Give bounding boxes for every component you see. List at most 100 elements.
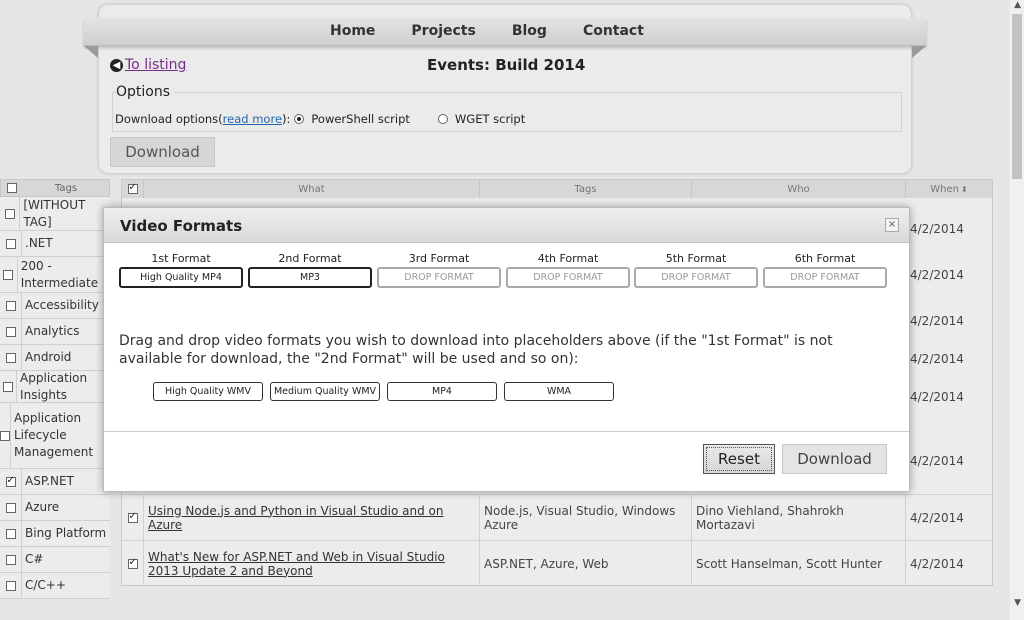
- drag-instructions: Drag and drop video formats you wish to …: [119, 333, 833, 367]
- tag-checkbox[interactable]: [5, 502, 16, 513]
- tag-checkbox[interactable]: [5, 528, 16, 539]
- tag-row[interactable]: Bing Platform: [0, 521, 110, 547]
- tag-label: Azure: [25, 500, 60, 514]
- row-date: 4/2/2014: [910, 390, 964, 404]
- tag-checkbox[interactable]: [3, 381, 14, 392]
- table-row[interactable]: Using Node.js and Python in Visual Studi…: [122, 494, 992, 540]
- tag-label: 200 - Intermediate: [20, 258, 99, 290]
- page-scrollbar[interactable]: ▲ ▼: [1010, 0, 1024, 620]
- dialog-download-button[interactable]: Download: [782, 444, 887, 474]
- tag-label: Android: [25, 350, 72, 364]
- draggable-format[interactable]: MP4: [387, 382, 497, 401]
- format-drop-zone[interactable]: DROP FORMAT: [506, 267, 630, 288]
- scroll-up-icon[interactable]: ▲: [1014, 0, 1021, 10]
- tags-header: Tags: [0, 179, 110, 197]
- download-button[interactable]: Download: [110, 137, 215, 167]
- tag-row[interactable]: Application Insights: [0, 371, 110, 403]
- tag-row[interactable]: Analytics: [0, 319, 110, 345]
- tag-label: C#: [25, 552, 44, 566]
- col-tags[interactable]: Tags: [480, 180, 692, 198]
- scroll-thumb[interactable]: [1012, 14, 1022, 179]
- tag-checkbox[interactable]: [4, 208, 15, 219]
- tag-checkbox[interactable]: [3, 269, 14, 280]
- session-link[interactable]: Using Node.js and Python in Visual Studi…: [148, 504, 479, 532]
- close-icon[interactable]: ×: [885, 218, 899, 232]
- tag-row[interactable]: C#: [0, 547, 110, 573]
- row-checkbox[interactable]: [127, 557, 138, 569]
- format-drop-zone[interactable]: MP3: [248, 267, 372, 288]
- tags-filter-list: Tags [WITHOUT TAG] .NET 200 - Intermediate…: [0, 179, 110, 599]
- select-all-tags-checkbox[interactable]: [7, 183, 17, 193]
- tag-row[interactable]: C/C++: [0, 573, 110, 599]
- tag-checkbox[interactable]: [0, 430, 10, 441]
- tag-row[interactable]: Accessibility: [0, 293, 110, 319]
- tag-row[interactable]: 200 - Intermediate: [0, 257, 110, 293]
- tag-checkbox[interactable]: [5, 554, 16, 565]
- nav-projects[interactable]: Projects: [411, 23, 475, 39]
- tag-label: [WITHOUT TAG]: [23, 197, 86, 229]
- nav-contact[interactable]: Contact: [583, 23, 644, 39]
- tag-label: C/C++: [25, 578, 66, 592]
- tag-label: Analytics: [25, 324, 80, 338]
- tag-row[interactable]: ASP.NET: [0, 469, 110, 495]
- row-checkbox[interactable]: [127, 511, 138, 523]
- draggable-format[interactable]: High Quality WMV: [153, 382, 263, 401]
- row-date: 4/2/2014: [910, 314, 964, 328]
- nav-home[interactable]: Home: [330, 23, 375, 39]
- arrow-left-icon[interactable]: ◀: [110, 58, 123, 72]
- scroll-down-icon[interactable]: ▼: [1014, 598, 1021, 608]
- tag-checkbox[interactable]: [5, 475, 16, 487]
- tag-row[interactable]: .NET: [0, 231, 110, 257]
- format-drop-zone[interactable]: DROP FORMAT: [377, 267, 501, 288]
- session-link[interactable]: What's New for ASP.NET and Web in Visual…: [148, 550, 479, 578]
- format-slot: 6th Format DROP FORMAT: [763, 252, 887, 288]
- tag-row[interactable]: Application Lifecycle Management: [0, 403, 110, 469]
- powershell-radio[interactable]: [294, 114, 305, 124]
- tag-checkbox[interactable]: [5, 580, 16, 591]
- tag-label: .NET: [25, 236, 53, 250]
- format-slot-label: 3rd Format: [408, 252, 470, 265]
- tag-row[interactable]: Azure: [0, 495, 110, 521]
- video-formats-dialog: Video Formats × 1st Format High Quality M…: [103, 207, 910, 492]
- tag-label: Bing Platform: [25, 526, 107, 540]
- wget-radio[interactable]: [437, 114, 448, 124]
- row-date: 4/2/2014: [910, 222, 964, 236]
- sort-icon: ⬍: [961, 184, 968, 194]
- download-options-prefix: Download options(: [115, 112, 223, 126]
- row-tags: ASP.NET, Azure, Web: [480, 541, 692, 586]
- tag-row[interactable]: [WITHOUT TAG]: [0, 197, 110, 231]
- tag-label: Application Insights: [20, 370, 88, 402]
- format-drop-zone[interactable]: DROP FORMAT: [763, 267, 887, 288]
- format-slot: 3rd Format DROP FORMAT: [377, 252, 501, 288]
- dialog-header: Video Formats ×: [104, 208, 909, 243]
- row-when: 4/2/2014: [910, 510, 964, 525]
- options-legend: Options: [116, 84, 175, 100]
- reset-button[interactable]: Reset: [703, 444, 775, 474]
- tag-checkbox[interactable]: [5, 300, 16, 311]
- tag-label: ASP.NET: [25, 474, 74, 488]
- col-what[interactable]: What: [144, 180, 480, 198]
- read-more-link[interactable]: read more: [223, 112, 282, 126]
- tag-row[interactable]: Android: [0, 345, 110, 371]
- tag-label: Accessibility: [25, 298, 99, 312]
- draggable-format[interactable]: WMA: [504, 382, 614, 401]
- draggable-format[interactable]: Medium Quality WMV: [270, 382, 380, 401]
- tag-checkbox[interactable]: [5, 352, 16, 363]
- row-date: 4/2/2014: [910, 352, 964, 366]
- download-options-suffix: ):: [282, 112, 291, 126]
- col-when[interactable]: When ⬍: [906, 180, 992, 198]
- tag-checkbox[interactable]: [5, 238, 16, 249]
- row-date: 4/2/2014: [910, 268, 964, 282]
- select-all-checkbox[interactable]: [127, 182, 138, 194]
- wget-label: WGET script: [454, 112, 526, 126]
- row-date: 4/2/2014: [910, 454, 964, 468]
- tag-checkbox[interactable]: [5, 326, 16, 337]
- format-drop-zone[interactable]: DROP FORMAT: [634, 267, 758, 288]
- format-slot: 2nd Format MP3: [248, 252, 372, 288]
- nav-blog[interactable]: Blog: [512, 23, 547, 39]
- to-listing-link[interactable]: To listing: [125, 57, 186, 73]
- col-who[interactable]: Who: [692, 180, 906, 198]
- format-drop-zone[interactable]: High Quality MP4: [119, 267, 243, 288]
- table-row[interactable]: What's New for ASP.NET and Web in Visual…: [122, 540, 992, 586]
- tag-label: Application Lifecycle Management: [14, 411, 94, 459]
